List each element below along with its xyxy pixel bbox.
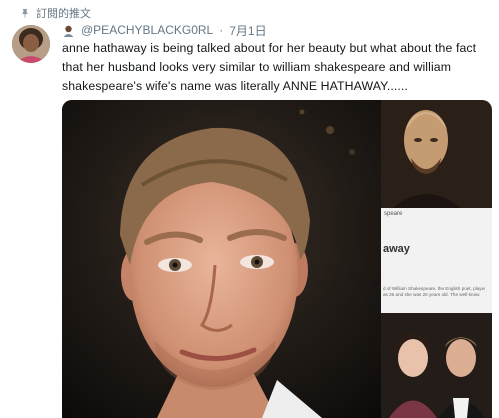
meta-separator: · [219,23,224,37]
shakespeare-portrait [381,100,492,208]
avatar[interactable] [12,25,50,63]
side-caption: speare [384,211,403,217]
side-body: d of William Shakespeare, the English po… [383,286,485,297]
tweet-date[interactable]: 7月1日 [229,22,266,39]
user-handle[interactable]: @PEACHYBLACKG0RL [81,23,213,37]
tweet-media[interactable]: speare away d of William Shakespeare, th… [62,100,492,418]
side-heading: away [383,243,410,255]
tweet-meta: @PEACHYBLACKG0RL · 7月1日 [62,22,267,38]
avatar-image [12,25,50,63]
emoji-icon [63,25,74,37]
retweet-header: 訂閱的推文 [20,6,91,20]
main-photo [62,100,381,418]
pin-icon [22,9,28,18]
tweet-text: anne hathaway is being talked about for … [62,41,477,93]
retweet-header-text: 訂閱的推文 [36,8,91,20]
side-collage: speare away d of William Shakespeare, th… [381,100,492,418]
couple-photo [381,313,492,418]
